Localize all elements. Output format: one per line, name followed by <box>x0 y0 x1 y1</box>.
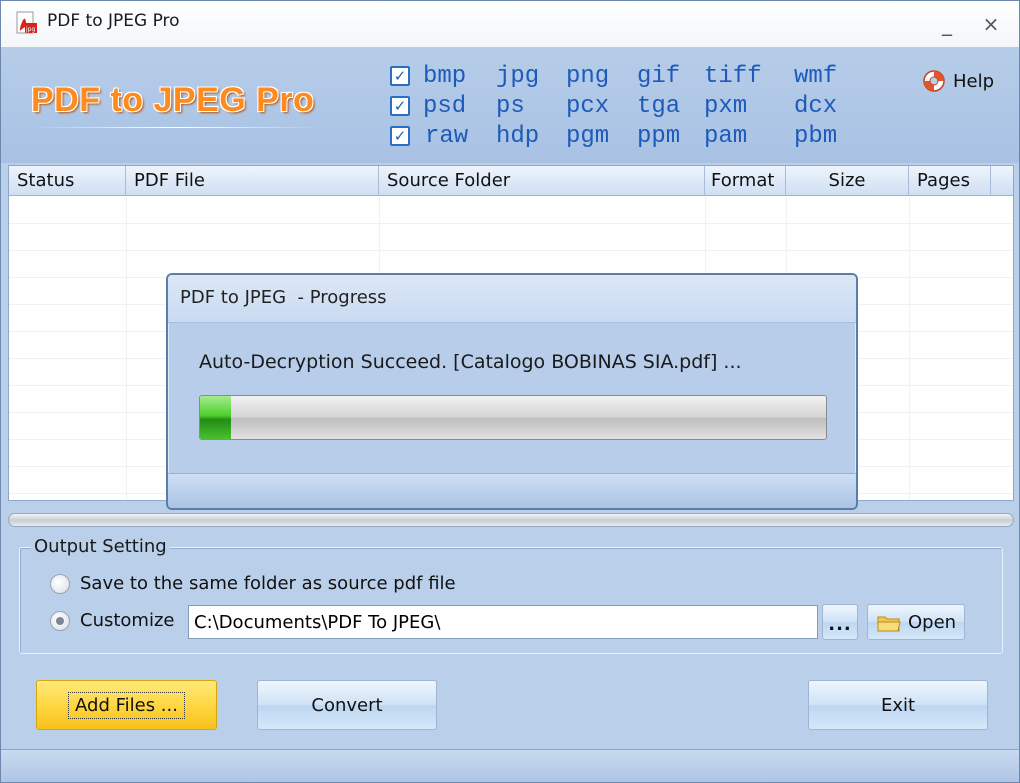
table-row <box>9 224 1013 251</box>
dialog-title-bar[interactable]: PDF to JPEG - Progress <box>168 275 856 323</box>
format-tiff: tiff <box>704 63 762 90</box>
svg-text:jpg: jpg <box>25 26 35 33</box>
format-ps: ps <box>496 93 525 120</box>
format-row: ✓ raw hdp pgm ppm pam pbm <box>386 121 856 151</box>
format-wmf: wmf <box>794 63 838 90</box>
lifebuoy-icon <box>923 70 945 92</box>
format-gif: gif <box>637 63 681 90</box>
add-files-button[interactable]: Add Files ... <box>36 680 217 730</box>
help-label: Help <box>953 71 995 92</box>
format-dcx: dcx <box>794 93 838 120</box>
column-header-size[interactable]: Size <box>786 166 909 196</box>
format-row: ✓ psd ps pcx tga pxm dcx <box>386 91 856 121</box>
browse-button[interactable]: ... <box>822 604 858 640</box>
app-logo: PDF to JPEG Pro <box>31 81 315 119</box>
splitter-bar[interactable] <box>8 513 1014 527</box>
add-files-label: Add Files ... <box>68 692 185 719</box>
logo-underline <box>29 127 323 128</box>
same-folder-label[interactable]: Save to the same folder as source pdf fi… <box>80 573 456 594</box>
open-folder-button[interactable]: Open <box>867 604 965 640</box>
customize-label[interactable]: Customize <box>80 610 174 631</box>
status-bar <box>1 749 1019 782</box>
format-row-checkbox[interactable]: ✓ <box>390 66 410 86</box>
format-bmp: bmp <box>423 63 467 90</box>
progress-message: Auto-Decryption Succeed. [Catalogo BOBIN… <box>199 351 742 373</box>
column-header-status[interactable]: Status <box>9 166 126 196</box>
format-row: ✓ bmp jpg png gif tiff wmf <box>386 61 856 91</box>
app-window: jpg PDF to JPEG Pro _ × PDF to JPEG Pro … <box>0 0 1020 783</box>
column-header-pdf-file[interactable]: PDF File <box>126 166 379 196</box>
format-pam: pam <box>704 123 748 150</box>
column-header-format[interactable]: Format <box>705 166 786 196</box>
dialog-footer <box>168 473 856 508</box>
output-setting-title: Output Setting <box>31 536 170 557</box>
output-path-input[interactable] <box>188 605 818 639</box>
column-header-pages[interactable]: Pages <box>909 166 991 196</box>
header-banner: PDF to JPEG Pro ✓ bmp jpg png gif tiff w… <box>1 47 1019 163</box>
pdf-app-icon: jpg <box>16 11 37 34</box>
column-header-source-folder[interactable]: Source Folder <box>379 166 705 196</box>
progress-dialog: PDF to JPEG - Progress Auto-Decryption S… <box>166 273 858 510</box>
table-header: Status PDF File Source Folder Format Siz… <box>9 166 1013 196</box>
format-raw: raw <box>425 123 469 150</box>
minimize-button[interactable]: _ <box>935 13 959 35</box>
close-button[interactable]: × <box>979 13 1003 35</box>
format-ppm: ppm <box>637 123 681 150</box>
format-pgm: pgm <box>566 123 610 150</box>
exit-button[interactable]: Exit <box>808 680 988 730</box>
format-tga: tga <box>637 93 681 120</box>
format-pcx: pcx <box>566 93 610 120</box>
format-row-checkbox[interactable]: ✓ <box>390 96 410 116</box>
dialog-title: PDF to JPEG - Progress <box>180 287 387 308</box>
format-list: ✓ bmp jpg png gif tiff wmf ✓ psd ps pcx … <box>386 61 856 153</box>
title-bar: jpg PDF to JPEG Pro _ × <box>1 1 1019 47</box>
convert-button[interactable]: Convert <box>257 680 437 730</box>
format-hdp: hdp <box>496 123 540 150</box>
format-psd: psd <box>423 93 467 120</box>
open-label: Open <box>908 612 957 633</box>
same-folder-radio[interactable] <box>50 574 70 594</box>
format-jpg: jpg <box>496 63 540 90</box>
table-row <box>9 197 1013 224</box>
progress-bar-fill <box>200 396 232 439</box>
progress-bar <box>199 395 827 440</box>
customize-radio[interactable] <box>50 611 70 631</box>
folder-icon <box>877 616 901 632</box>
format-pxm: pxm <box>704 93 748 120</box>
format-row-checkbox[interactable]: ✓ <box>390 126 410 146</box>
format-png: png <box>566 63 610 90</box>
format-pbm: pbm <box>794 123 838 150</box>
window-title: PDF to JPEG Pro <box>47 11 180 31</box>
